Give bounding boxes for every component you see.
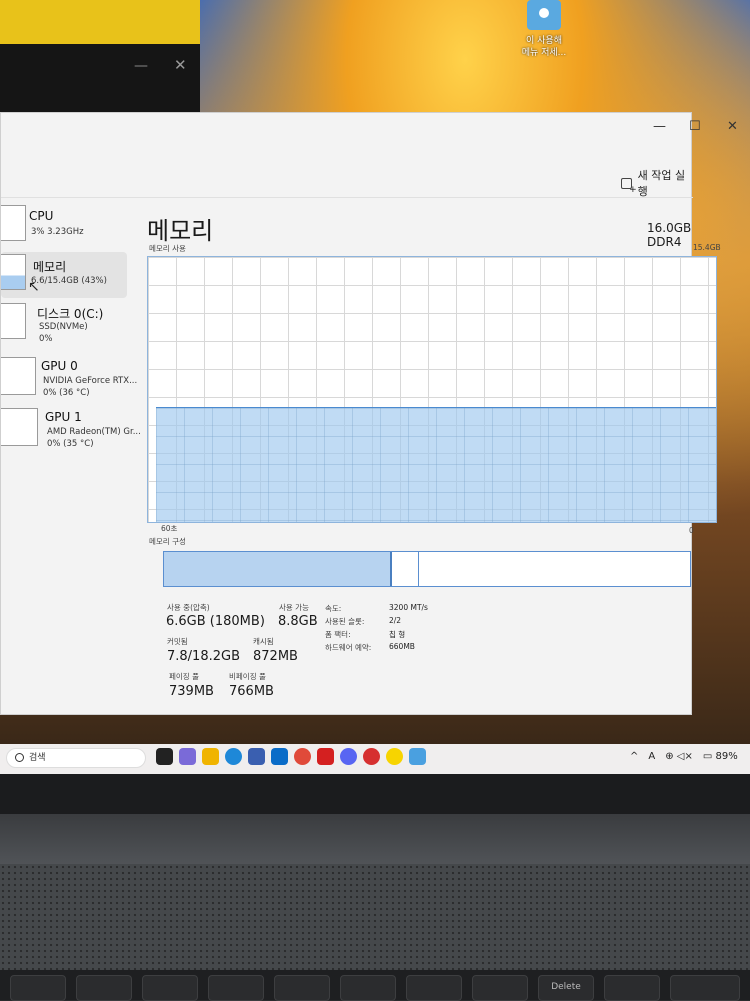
- close-button[interactable]: ✕: [727, 119, 738, 134]
- background-window-header: [0, 0, 200, 44]
- nonpaged-pool-value: 766MB: [229, 684, 274, 699]
- composition-in-use[interactable]: [164, 552, 392, 586]
- speed-value: 3200 MT/s: [389, 603, 428, 612]
- cached-label: 캐시됨: [253, 637, 274, 646]
- gpu1-thumbnail-graph: [1, 408, 38, 446]
- store-icon[interactable]: [248, 748, 265, 765]
- slots-value: 2/2: [389, 616, 402, 625]
- taskbar-apps: [156, 748, 426, 765]
- composition-modified[interactable]: [392, 552, 419, 586]
- minimize-button[interactable]: —: [653, 119, 666, 134]
- key[interactable]: [274, 975, 330, 1001]
- app-red-icon[interactable]: [363, 748, 380, 765]
- network-volume-icon[interactable]: ⊕ ◁×: [665, 751, 693, 762]
- committed-label: 커밋됨: [167, 637, 188, 646]
- hardware-reserved-label: 하드웨어 예약:: [325, 643, 372, 652]
- paged-pool-value: 739MB: [169, 684, 214, 699]
- edge-icon[interactable]: [225, 748, 242, 765]
- system-tray: ^ A ⊕ ◁× ▭ 89%: [630, 751, 738, 762]
- cached-value: 872MB: [253, 649, 298, 664]
- memory-thumbnail-graph: [1, 254, 26, 290]
- nav-item-cpu[interactable]: CPU 3% 3.23GHz: [1, 203, 127, 249]
- page-title: 메모리: [147, 217, 214, 245]
- taskbar: 검색 ^ A ⊕ ◁× ▭ 89%: [0, 744, 750, 774]
- maximize-button[interactable]: ☐: [689, 119, 701, 134]
- delete-key[interactable]: Delete: [538, 975, 594, 1001]
- in-use-label: 사용 중(압축): [167, 603, 210, 612]
- file-explorer-icon[interactable]: [202, 748, 219, 765]
- widgets-icon[interactable]: [179, 748, 196, 765]
- background-close-button[interactable]: ✕: [174, 56, 187, 74]
- command-bar: 새 작업 실행: [1, 155, 693, 198]
- committed-value: 7.8/18.2GB: [167, 649, 240, 664]
- mouse-cursor-icon: ↖: [28, 279, 40, 295]
- key[interactable]: [208, 975, 264, 1001]
- memory-composition-bar: [163, 551, 691, 587]
- chrome-icon[interactable]: [294, 748, 311, 765]
- taskbar-search[interactable]: 검색: [6, 748, 146, 768]
- input-method-indicator[interactable]: A: [648, 751, 655, 762]
- paged-pool-label: 페이징 풀: [169, 672, 199, 681]
- slots-label: 사용된 슬롯:: [325, 617, 365, 626]
- key[interactable]: [670, 975, 740, 1001]
- title-bar: — ☐ ✕: [1, 113, 738, 155]
- available-label: 사용 가능: [279, 603, 309, 612]
- nav-item-memory[interactable]: 메모리 6.6/15.4GB (43%): [1, 252, 127, 298]
- screen-bezel: [0, 774, 750, 814]
- memory-usage-max: 15.4GB: [693, 243, 721, 252]
- tray-overflow-icon[interactable]: ^: [630, 751, 638, 762]
- key[interactable]: [604, 975, 660, 1001]
- task-manager-window: — ☐ ✕ 새 작업 실행 CPU 3% 3.23GHz 메모리 6.6/15.…: [0, 112, 738, 715]
- new-task-button[interactable]: 새 작업 실행: [621, 167, 693, 199]
- memory-spec: 16.0GB DDR4: [647, 221, 692, 249]
- graph-time-start: 60초: [161, 524, 178, 533]
- background-window[interactable]: — ✕: [0, 0, 200, 112]
- key[interactable]: [142, 975, 198, 1001]
- key[interactable]: [472, 975, 528, 1001]
- kakaotalk-icon[interactable]: [386, 748, 403, 765]
- form-factor-label: 폼 팩터:: [325, 630, 351, 639]
- nonpaged-pool-label: 비페이징 풀: [229, 672, 266, 681]
- gpu0-thumbnail-graph: [1, 357, 36, 395]
- nav-item-gpu0[interactable]: GPU 0 NVIDIA GeForce RTX... 0% (36 °C): [1, 355, 137, 401]
- start-icon[interactable]: [156, 748, 173, 765]
- shortcut-label: 이 사용해 메뉴 저세...: [521, 36, 567, 58]
- composition-free[interactable]: [419, 552, 690, 586]
- search-icon: [15, 753, 24, 762]
- mail-icon[interactable]: [271, 748, 288, 765]
- task-manager-taskbar-icon[interactable]: [409, 748, 426, 765]
- speed-label: 속도:: [325, 604, 342, 613]
- nav-item-disk[interactable]: 디스크 0(C:) SSD(NVMe) 0%: [1, 301, 127, 347]
- app-l-icon[interactable]: [317, 748, 334, 765]
- desktop-shortcut[interactable]: 이 사용해 메뉴 저세...: [510, 0, 578, 59]
- shortcut-icon: [527, 0, 561, 30]
- available-value: 8.8GB: [278, 614, 318, 629]
- disk-thumbnail-graph: [1, 303, 26, 339]
- memory-usage-area: [156, 407, 716, 522]
- new-task-icon: [621, 177, 636, 195]
- memory-usage-label: 메모리 사용: [149, 244, 186, 253]
- hardware-reserved-value: 660MB: [389, 642, 415, 651]
- memory-composition-label: 메모리 구성: [149, 537, 186, 546]
- nav-item-gpu1[interactable]: GPU 1 AMD Radeon(TM) Gr... 0% (35 °C): [1, 406, 141, 452]
- key[interactable]: [10, 975, 66, 1001]
- background-minimize-button[interactable]: —: [134, 58, 148, 74]
- in-use-value: 6.6GB (180MB): [166, 614, 265, 629]
- graph-time-end: 0: [689, 526, 694, 535]
- form-factor-value: 칩 형: [389, 630, 406, 639]
- cpu-thumbnail-graph: [1, 205, 26, 241]
- discord-icon[interactable]: [340, 748, 357, 765]
- laptop-hinge: [0, 814, 750, 864]
- key[interactable]: [406, 975, 462, 1001]
- key[interactable]: [340, 975, 396, 1001]
- memory-usage-graph: [147, 256, 717, 523]
- battery-indicator[interactable]: ▭ 89%: [703, 751, 738, 762]
- key[interactable]: [76, 975, 132, 1001]
